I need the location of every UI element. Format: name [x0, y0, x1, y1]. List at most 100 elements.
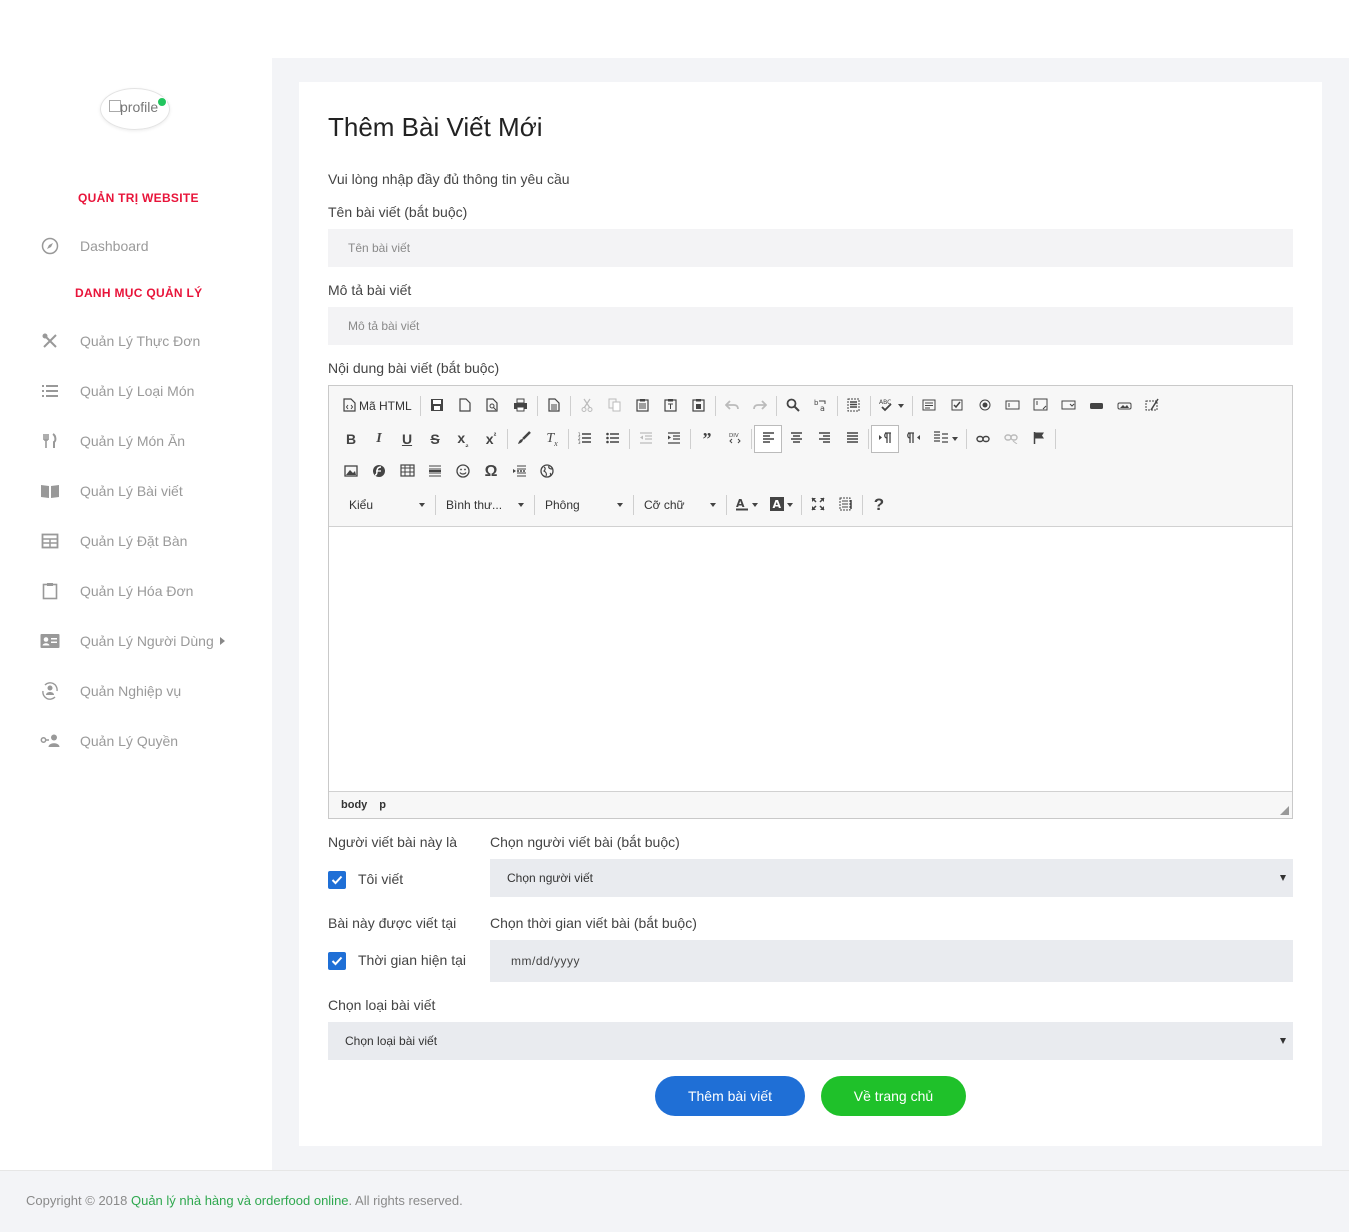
paste-button[interactable]	[629, 392, 657, 420]
page-break-button[interactable]	[505, 458, 533, 486]
numbered-list-button[interactable]: 123	[571, 425, 599, 453]
new-page-button[interactable]	[451, 392, 479, 420]
sidebar-item-posts[interactable]: Quản Lý Bài viết	[0, 476, 272, 506]
form-button[interactable]	[915, 392, 943, 420]
self-author-checkbox[interactable]	[328, 871, 346, 889]
unlink-button[interactable]	[997, 425, 1025, 453]
add-post-button[interactable]: Thêm bài viết	[655, 1076, 805, 1116]
superscript-button[interactable]: x²	[477, 425, 505, 453]
select-field-button[interactable]	[1055, 392, 1083, 420]
text-color-button[interactable]: A	[729, 491, 764, 519]
anchor-button[interactable]	[1025, 425, 1053, 453]
chevron-down-icon	[787, 493, 793, 517]
save-button[interactable]	[423, 392, 451, 420]
show-blocks-button[interactable]	[832, 491, 860, 519]
sidebar-item-invoices[interactable]: Quản Lý Hóa Đơn	[0, 576, 272, 606]
sidebar-item-dishes[interactable]: Quản Lý Món Ăn	[0, 426, 272, 456]
sidebar-item-operations[interactable]: Quản Nghiệp vụ	[0, 676, 272, 706]
underline-button[interactable]: U	[393, 425, 421, 453]
maximize-button[interactable]	[804, 491, 832, 519]
cut-button[interactable]	[573, 392, 601, 420]
justify-button[interactable]	[838, 425, 866, 453]
author-label: Người viết bài này là	[328, 834, 458, 850]
button-field-button[interactable]	[1083, 392, 1111, 420]
sidebar-item-label: Quản Lý Người Dùng	[80, 633, 214, 649]
special-char-button[interactable]: Ω	[477, 458, 505, 486]
smiley-button[interactable]	[449, 458, 477, 486]
background-color-button[interactable]: A	[764, 491, 799, 519]
undo-button[interactable]	[718, 392, 746, 420]
image-button-field[interactable]	[1111, 392, 1139, 420]
align-left-button[interactable]	[754, 425, 782, 453]
editor-content-area[interactable]	[329, 527, 1292, 791]
image-button[interactable]	[337, 458, 365, 486]
blockquote-button[interactable]: ”	[693, 425, 721, 453]
templates-icon	[548, 397, 560, 415]
paste-text-button[interactable]	[657, 392, 685, 420]
align-right-button[interactable]	[810, 425, 838, 453]
remove-format-button[interactable]: Tx	[538, 425, 566, 453]
path-item-body[interactable]: body	[341, 799, 367, 811]
sidebar-item-users[interactable]: Quản Lý Người Dùng	[0, 626, 272, 656]
footer-site-link[interactable]: Quản lý nhà hàng và orderfood online	[131, 1193, 349, 1208]
horizontal-rule-button[interactable]	[421, 458, 449, 486]
written-at-label: Bài này được viết tại	[328, 915, 457, 931]
strikethrough-button[interactable]: S	[421, 425, 449, 453]
iframe-button[interactable]	[533, 458, 561, 486]
font-combo[interactable]: Phông	[537, 493, 631, 517]
sidebar-item-permissions[interactable]: Quản Lý Quyền	[0, 726, 272, 756]
link-button[interactable]	[969, 425, 997, 453]
hidden-field-button[interactable]	[1139, 392, 1167, 420]
spellcheck-button[interactable]: ABC	[873, 392, 910, 420]
textarea-button[interactable]	[1027, 392, 1055, 420]
create-div-button[interactable]: DIV	[721, 425, 749, 453]
replace-button[interactable]: ba	[807, 392, 835, 420]
source-button[interactable]: Mã HTML	[337, 392, 418, 420]
radio-button[interactable]	[971, 392, 999, 420]
bulleted-list-button[interactable]	[599, 425, 627, 453]
find-button[interactable]	[779, 392, 807, 420]
author-select[interactable]: Chọn người viết	[490, 859, 1293, 897]
subscript-button[interactable]: x₂	[449, 425, 477, 453]
language-button[interactable]	[927, 425, 964, 453]
font-size-combo[interactable]: Cỡ chữ	[636, 493, 724, 517]
table-button[interactable]	[393, 458, 421, 486]
templates-button[interactable]	[540, 392, 568, 420]
copy-format-button[interactable]	[510, 425, 538, 453]
italic-button[interactable]: I	[365, 425, 393, 453]
redo-button[interactable]	[746, 392, 774, 420]
flag-icon	[1033, 431, 1045, 448]
current-time-checkbox[interactable]	[328, 952, 346, 970]
sidebar-item-menu[interactable]: Quản Lý Thực Đơn	[0, 326, 272, 356]
text-field-button[interactable]	[999, 392, 1027, 420]
post-description-input[interactable]	[328, 307, 1293, 345]
about-button[interactable]: ?	[865, 491, 893, 519]
flash-button[interactable]	[365, 458, 393, 486]
copy-button[interactable]	[601, 392, 629, 420]
indent-button[interactable]	[660, 425, 688, 453]
post-type-select[interactable]: Chọn loại bài viết	[328, 1022, 1293, 1060]
sidebar-item-dashboard[interactable]: Dashboard	[0, 231, 272, 261]
sidebar-item-booking[interactable]: Quản Lý Đặt Bàn	[0, 526, 272, 556]
post-name-input[interactable]	[328, 229, 1293, 267]
ltr-button[interactable]	[871, 425, 899, 453]
checkbox-button[interactable]	[943, 392, 971, 420]
preview-button[interactable]	[479, 392, 507, 420]
avatar[interactable]: profile	[100, 88, 170, 130]
format-combo[interactable]: Bình thư...	[438, 493, 532, 517]
outdent-button[interactable]	[632, 425, 660, 453]
style-combo[interactable]: Kiểu	[341, 493, 433, 517]
home-button[interactable]: Về trang chủ	[821, 1076, 966, 1116]
toolbar-separator	[536, 396, 538, 416]
paste-word-button[interactable]	[685, 392, 713, 420]
resize-handle[interactable]	[1280, 806, 1289, 815]
sidebar-item-category[interactable]: Quản Lý Loại Món	[0, 376, 272, 406]
date-input[interactable]: mm/dd/yyyy	[490, 940, 1293, 982]
sidebar-item-label: Dashboard	[80, 238, 149, 254]
path-item-p[interactable]: p	[379, 799, 386, 811]
select-all-button[interactable]	[840, 392, 868, 420]
print-button[interactable]	[507, 392, 535, 420]
rtl-button[interactable]	[899, 425, 927, 453]
bold-button[interactable]: B	[337, 425, 365, 453]
align-center-button[interactable]	[782, 425, 810, 453]
